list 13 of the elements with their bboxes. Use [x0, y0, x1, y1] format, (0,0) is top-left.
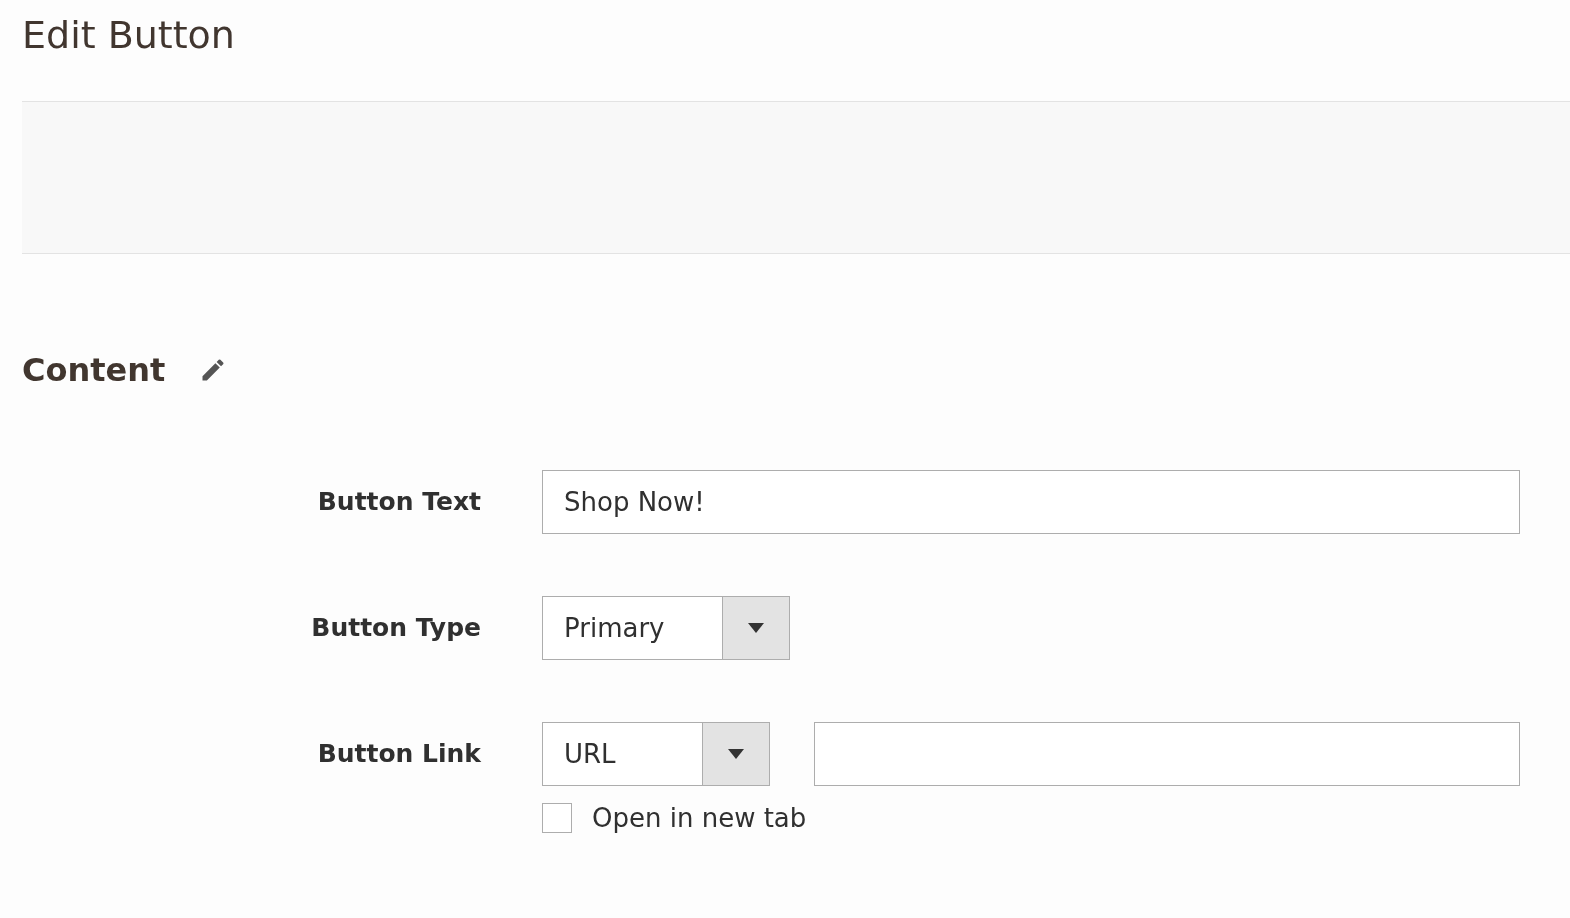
- checkbox-label[interactable]: Open in new tab: [592, 803, 807, 833]
- url-input-field[interactable]: [814, 722, 1520, 786]
- page-title: Edit Button: [22, 12, 235, 59]
- dropdown-select[interactable]: Primary: [542, 596, 790, 660]
- caret-icon: [728, 749, 744, 759]
- field-label: Button Text: [316, 486, 481, 518]
- section-title: Content: [22, 351, 166, 389]
- caret-icon: [748, 623, 764, 633]
- field-label: Button Link: [316, 738, 481, 770]
- field-label: Button Type: [310, 612, 481, 644]
- checkbox[interactable]: [542, 803, 572, 833]
- dropdown-select[interactable]: URL: [542, 722, 770, 786]
- text-input-field[interactable]: Shop Now!: [542, 470, 1520, 534]
